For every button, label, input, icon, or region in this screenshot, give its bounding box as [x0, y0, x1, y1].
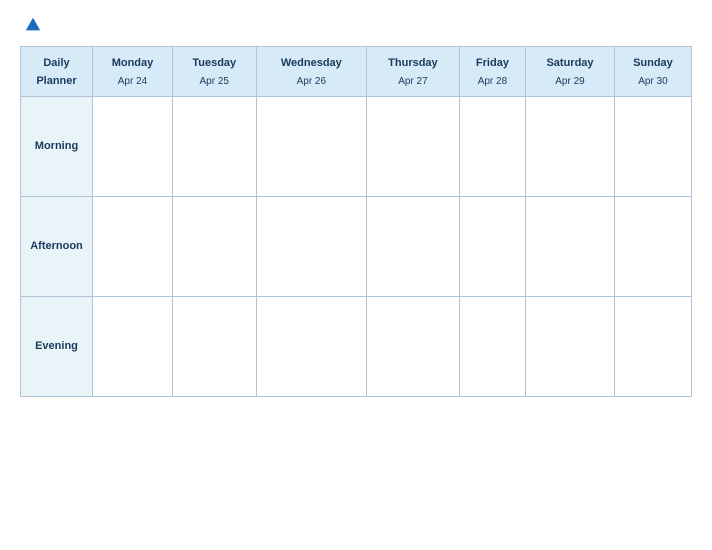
row-label-evening: Evening [21, 296, 93, 396]
cell-evening-tuesday[interactable] [172, 296, 256, 396]
cell-evening-wednesday[interactable] [256, 296, 367, 396]
first-col-header: DailyPlanner [21, 47, 93, 97]
cell-morning-monday[interactable] [93, 96, 173, 196]
page: DailyPlanner MondayApr 24TuesdayApr 25We… [0, 0, 712, 550]
cell-afternoon-sunday[interactable] [614, 196, 691, 296]
cell-morning-saturday[interactable] [526, 96, 615, 196]
cell-morning-thursday[interactable] [367, 96, 460, 196]
cell-evening-monday[interactable] [93, 296, 173, 396]
header [20, 16, 692, 34]
col-header-friday: FridayApr 28 [459, 47, 525, 97]
cell-afternoon-thursday[interactable] [367, 196, 460, 296]
col-header-tuesday: TuesdayApr 25 [172, 47, 256, 97]
logo-text [20, 16, 42, 34]
cell-evening-thursday[interactable] [367, 296, 460, 396]
cell-afternoon-monday[interactable] [93, 196, 173, 296]
cell-morning-tuesday[interactable] [172, 96, 256, 196]
planner-table: DailyPlanner MondayApr 24TuesdayApr 25We… [20, 46, 692, 397]
col-header-monday: MondayApr 24 [93, 47, 173, 97]
cell-evening-saturday[interactable] [526, 296, 615, 396]
header-row: DailyPlanner MondayApr 24TuesdayApr 25We… [21, 47, 692, 97]
cell-morning-sunday[interactable] [614, 96, 691, 196]
row-morning: Morning [21, 96, 692, 196]
col-header-thursday: ThursdayApr 27 [367, 47, 460, 97]
row-evening: Evening [21, 296, 692, 396]
cell-morning-wednesday[interactable] [256, 96, 367, 196]
col-header-sunday: SundayApr 30 [614, 47, 691, 97]
cell-afternoon-tuesday[interactable] [172, 196, 256, 296]
cell-afternoon-saturday[interactable] [526, 196, 615, 296]
cell-afternoon-friday[interactable] [459, 196, 525, 296]
cell-afternoon-wednesday[interactable] [256, 196, 367, 296]
row-label-morning: Morning [21, 96, 93, 196]
cell-evening-friday[interactable] [459, 296, 525, 396]
cell-morning-friday[interactable] [459, 96, 525, 196]
leaf-icon [24, 16, 42, 34]
col-header-saturday: SaturdayApr 29 [526, 47, 615, 97]
first-col-label: DailyPlanner [36, 57, 76, 87]
cell-evening-sunday[interactable] [614, 296, 691, 396]
col-header-wednesday: WednesdayApr 26 [256, 47, 367, 97]
row-afternoon: Afternoon [21, 196, 692, 296]
row-label-afternoon: Afternoon [21, 196, 93, 296]
logo-area [20, 16, 42, 34]
